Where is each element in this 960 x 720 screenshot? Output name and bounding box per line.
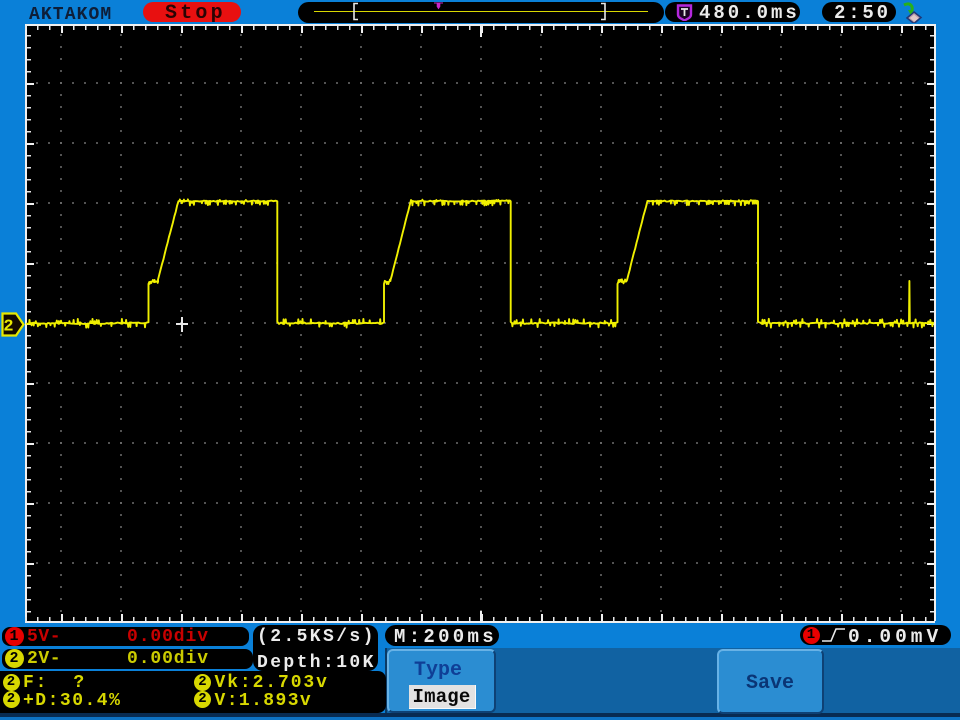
svg-text:2: 2 bbox=[3, 318, 13, 337]
